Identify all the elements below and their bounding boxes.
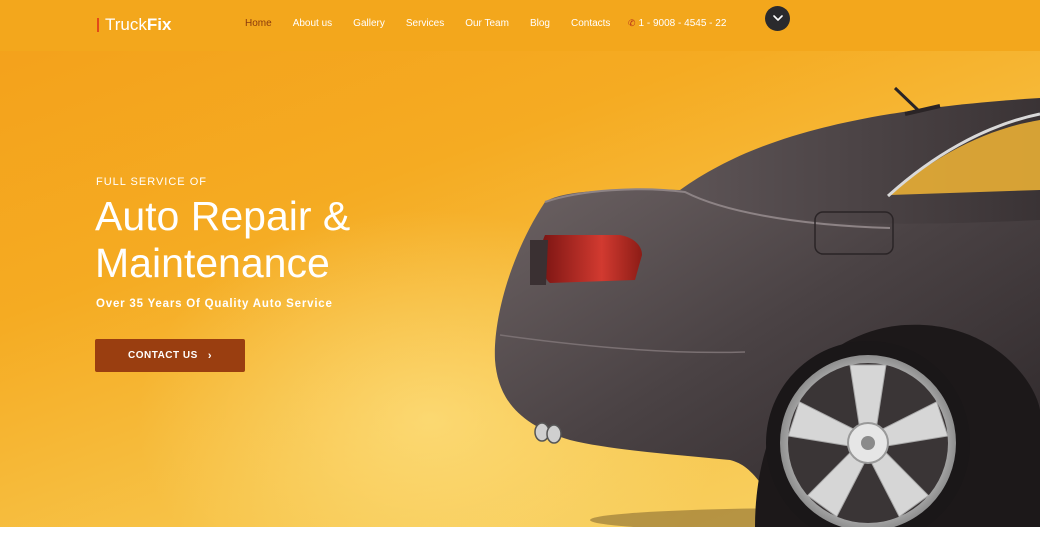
car-image bbox=[494, 86, 1040, 527]
logo-accent-bar bbox=[97, 18, 99, 32]
contact-us-label: CONTACT US bbox=[128, 350, 198, 361]
nav-services[interactable]: Services bbox=[406, 18, 444, 29]
chevron-down-icon bbox=[772, 15, 783, 21]
hero-headline-line1: Auto Repair & bbox=[95, 193, 351, 239]
nav-blog[interactable]: Blog bbox=[530, 18, 550, 29]
logo-text-light: Truck bbox=[105, 15, 147, 34]
page-below-hero bbox=[0, 527, 1040, 556]
main-nav: Home About us Gallery Services Our Team … bbox=[245, 18, 631, 29]
hero-kicker: FULL SERVICE OF bbox=[96, 176, 207, 188]
contact-us-button[interactable]: CONTACT US › bbox=[95, 339, 245, 372]
phone-number: 1 - 9008 - 4545 - 22 bbox=[638, 18, 727, 29]
hero-headline: Auto Repair & Maintenance bbox=[95, 193, 350, 287]
logo[interactable]: Truck Fix bbox=[97, 14, 171, 36]
phone-icon: ✆ bbox=[628, 18, 636, 28]
nav-contacts[interactable]: Contacts bbox=[571, 18, 610, 29]
hero-section: Truck Fix Home About us Gallery Services … bbox=[0, 0, 1040, 527]
menu-toggle-button[interactable] bbox=[765, 6, 790, 31]
chevron-right-icon: › bbox=[207, 349, 212, 362]
top-navigation-bar: Truck Fix Home About us Gallery Services … bbox=[0, 0, 1040, 51]
nav-our-team[interactable]: Our Team bbox=[465, 18, 509, 29]
nav-gallery[interactable]: Gallery bbox=[353, 18, 385, 29]
phone-contact[interactable]: ✆ 1 - 9008 - 4545 - 22 bbox=[628, 18, 726, 29]
logo-text-bold: Fix bbox=[146, 15, 172, 34]
nav-home[interactable]: Home bbox=[245, 18, 272, 29]
hero-headline-line2: Maintenance bbox=[95, 240, 330, 286]
nav-about-us[interactable]: About us bbox=[293, 18, 332, 29]
hero-subheading: Over 35 Years Of Quality Auto Service bbox=[96, 298, 333, 310]
